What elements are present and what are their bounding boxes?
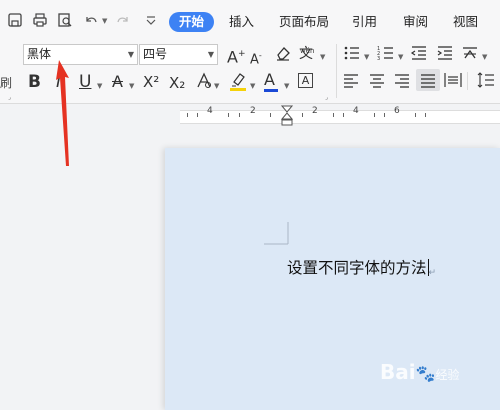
font-color-dropdown-icon[interactable]: ▼: [284, 82, 289, 90]
clear-format-button[interactable]: [274, 44, 292, 67]
save-icon[interactable]: [6, 12, 24, 30]
undo-icon[interactable]: [82, 12, 100, 30]
ruler-number: 2: [312, 106, 318, 116]
chinese-layout-icon: [463, 47, 477, 59]
ruler-tick: [374, 113, 375, 117]
ruler-tick: [197, 113, 198, 117]
align-right-button[interactable]: [394, 72, 410, 93]
bullet-list-button[interactable]: [343, 44, 361, 67]
ruler-tick: [343, 113, 344, 117]
ruler-tick: [187, 113, 188, 117]
redo-icon[interactable]: [114, 12, 132, 30]
align-center-icon: [370, 74, 384, 88]
customize-quick-access-icon[interactable]: [142, 12, 160, 30]
line-spacing-icon: [477, 72, 494, 88]
numbered-dropdown-icon[interactable]: ▼: [398, 53, 403, 61]
tab-page-layout[interactable]: 页面布局: [279, 12, 329, 32]
ribbon-divider: [467, 72, 468, 90]
font-name-select[interactable]: 黑体 ▼: [23, 44, 138, 65]
tab-insert[interactable]: 插入: [229, 12, 254, 32]
tab-view[interactable]: 视图: [453, 12, 478, 32]
undo-dropdown-icon[interactable]: ▼: [102, 17, 107, 25]
bold-button[interactable]: B: [28, 72, 41, 92]
text-effect-dropdown-icon[interactable]: ▼: [214, 82, 219, 90]
subscript-button[interactable]: X₂: [169, 73, 185, 93]
text-effect-button[interactable]: [196, 72, 212, 95]
ruler-tick: [239, 113, 240, 117]
ruler-tick: [425, 113, 426, 117]
phonetic-dropdown-icon[interactable]: ▼: [320, 53, 325, 61]
paw-icon: 🐾: [415, 364, 436, 383]
font-size-value: 四号: [143, 47, 168, 61]
ruler-number: 4: [353, 106, 359, 116]
ruler-tick: [228, 113, 229, 117]
increase-indent-button[interactable]: [436, 44, 454, 67]
chinese-layout-button[interactable]: [461, 44, 479, 67]
indent-marker[interactable]: [281, 105, 293, 127]
font-color-letter: A: [264, 70, 275, 89]
group-dialog-launcher-icon[interactable]: ⌟: [8, 94, 11, 101]
eraser-icon: [277, 47, 290, 61]
decrease-indent-button[interactable]: [410, 44, 428, 67]
distributed-align-icon: [444, 73, 462, 87]
align-left-button[interactable]: [343, 72, 359, 93]
decrease-indent-icon: [410, 46, 426, 60]
numbered-list-icon: 123: [377, 46, 393, 62]
tab-home[interactable]: 开始: [169, 12, 215, 32]
bullet-dropdown-icon[interactable]: ▼: [364, 53, 369, 61]
underline-button[interactable]: U: [79, 72, 91, 92]
bullet-list-icon: [344, 46, 359, 60]
justify-button[interactable]: [416, 69, 440, 91]
line-spacing-button[interactable]: [477, 72, 495, 93]
ruler-tick: [333, 113, 334, 117]
tab-references[interactable]: 引用: [352, 12, 377, 32]
ruler-tick: [384, 113, 385, 117]
text-effect-icon: [197, 72, 211, 88]
justify-icon: [421, 74, 435, 88]
ruler-number: 4: [207, 106, 213, 116]
underline-dropdown-icon[interactable]: ▼: [97, 82, 102, 90]
menu-bar: ▼ 开始 插入 页面布局 引用 审阅 视图: [0, 0, 500, 40]
ruler-number: 6: [394, 106, 400, 116]
font-dialog-launcher-icon[interactable]: ⌟: [325, 94, 328, 101]
ruler-tick: [415, 113, 416, 117]
margin-corner-mark: [264, 222, 289, 245]
paragraph-mark-icon: ↵: [428, 268, 437, 278]
highlight-dropdown-icon[interactable]: ▼: [250, 82, 255, 90]
highlighter-icon: [230, 73, 246, 91]
grow-font-button[interactable]: A+: [227, 44, 246, 67]
font-color-button[interactable]: A: [264, 70, 278, 92]
shrink-font-button[interactable]: A-: [250, 46, 262, 70]
align-center-button[interactable]: [369, 72, 385, 93]
phonetic-guide-button[interactable]: wén 文: [299, 44, 314, 64]
strikethrough-button[interactable]: A: [112, 72, 123, 92]
character-border-button[interactable]: A: [298, 73, 313, 88]
document-body-text[interactable]: 设置不同字体的方法 ↵: [287, 256, 436, 278]
print-preview-icon[interactable]: [56, 12, 74, 30]
annotation-arrow: [56, 60, 69, 166]
print-icon[interactable]: [31, 12, 49, 30]
strikethrough-dropdown-icon[interactable]: ▼: [129, 82, 134, 90]
font-size-select[interactable]: 四号 ▼: [139, 44, 218, 65]
ruler-number: 2: [250, 106, 256, 116]
chevron-down-icon: ▼: [207, 50, 214, 59]
increase-indent-icon: [437, 46, 452, 60]
chinese-layout-dropdown-icon[interactable]: ▼: [482, 53, 487, 61]
format-painter-label[interactable]: 刷: [0, 73, 12, 93]
svg-text:3: 3: [377, 56, 380, 62]
align-right-icon: [395, 74, 409, 88]
ribbon-divider: [336, 44, 337, 98]
font-color-bar: [264, 89, 278, 92]
superscript-button[interactable]: X²: [143, 72, 159, 92]
baidu-jingyan-watermark: Bai🐾经验: [380, 360, 460, 384]
tab-review[interactable]: 审阅: [403, 12, 428, 32]
align-left-icon: [344, 74, 358, 88]
numbered-list-button[interactable]: 123: [377, 44, 395, 67]
distributed-align-button[interactable]: [444, 72, 462, 93]
highlight-button[interactable]: [229, 71, 247, 96]
font-name-value: 黑体: [27, 47, 52, 61]
ruler-tick: [302, 113, 303, 117]
chevron-down-icon: ▼: [127, 50, 134, 59]
ruler-tick: [270, 113, 271, 117]
